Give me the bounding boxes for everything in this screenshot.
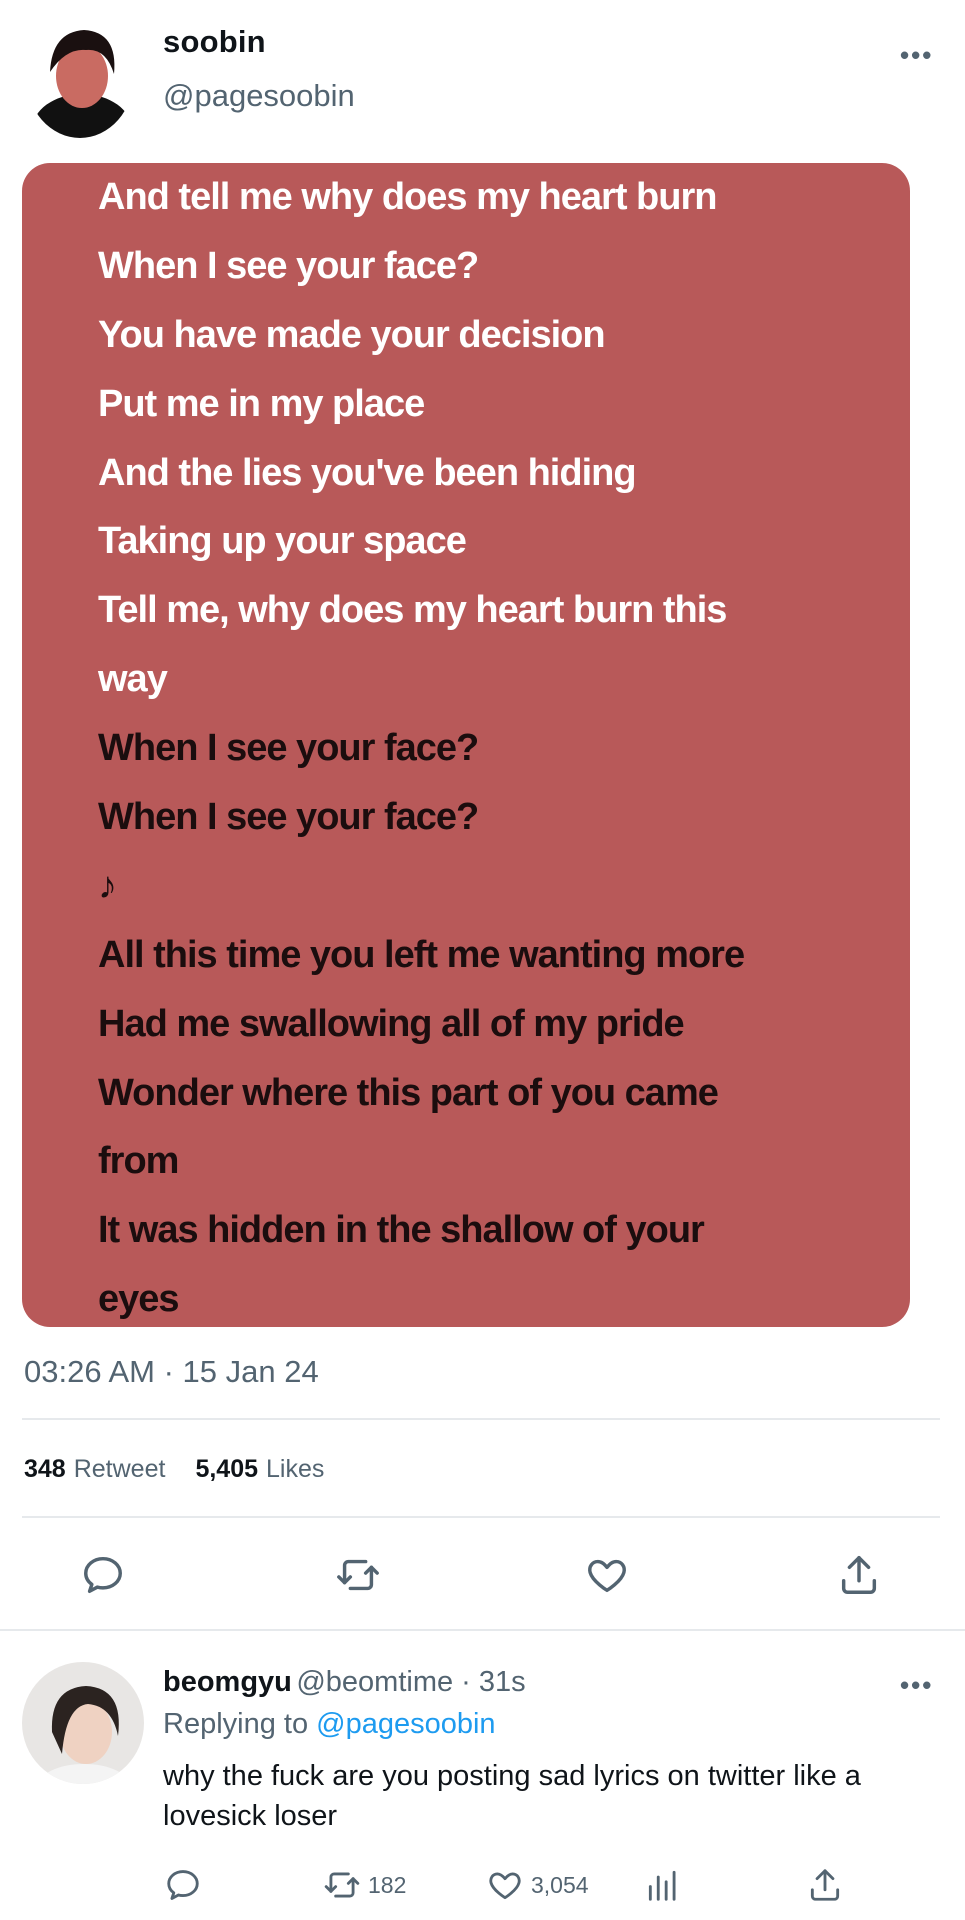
retweet-label: Retweet: [73, 1455, 166, 1483]
lyric-line: Tell me, why does my heart burn this: [98, 589, 727, 632]
like-count: 5,405: [195, 1455, 258, 1483]
reply-retweet-count: 182: [368, 1872, 407, 1898]
replying-to: Replying to @pagesoobin: [163, 1708, 496, 1741]
tweet-timestamp[interactable]: 03:26 AM · 15 Jan 24: [24, 1354, 319, 1390]
lyric-line: ♪: [98, 864, 117, 907]
lyric-line: from: [98, 1140, 179, 1183]
like-icon[interactable]: [584, 1552, 630, 1598]
lyric-line: You have made your decision: [98, 313, 606, 356]
reply-header: beomgyu @beomtime · 31s: [163, 1666, 526, 1699]
divider: [22, 1418, 940, 1420]
engagement-stats: 348 Retweet 5,405 Likes: [24, 1455, 324, 1484]
views-icon[interactable]: [644, 1866, 682, 1904]
lyric-line: When I see your face?: [98, 244, 479, 287]
lyric-line: And the lies you've been hiding: [98, 451, 637, 494]
author-avatar[interactable]: [26, 14, 134, 138]
like-label: Likes: [266, 1455, 325, 1483]
lyrics-list: And tell me why does my heart burn When I…: [98, 163, 898, 1327]
reply-like-count: 3,054: [531, 1872, 589, 1898]
reply-author-name[interactable]: beomgyu: [163, 1666, 292, 1698]
reply-like-icon[interactable]: [486, 1866, 524, 1904]
replying-to-prefix: Replying to: [163, 1708, 309, 1740]
reply-share-icon[interactable]: [806, 1866, 844, 1904]
reply-reply-icon[interactable]: [164, 1866, 202, 1904]
lyric-line: When I see your face?: [98, 727, 479, 770]
share-icon[interactable]: [836, 1552, 882, 1598]
more-options-icon[interactable]: •••: [900, 40, 933, 71]
lyric-line: And tell me why does my heart burn: [98, 176, 717, 218]
like-stat[interactable]: 5,405 Likes: [195, 1455, 324, 1483]
author-handle[interactable]: @pagesoobin: [163, 78, 355, 114]
reply-author-avatar[interactable]: [22, 1662, 144, 1784]
lyric-line: Wonder where this part of you came: [98, 1071, 719, 1114]
lyrics-card: And tell me why does my heart burn When I…: [22, 163, 910, 1327]
lyric-line: way: [98, 658, 168, 701]
divider: [22, 1516, 940, 1518]
lyric-line: eyes: [98, 1278, 180, 1321]
reply-more-options-icon[interactable]: •••: [900, 1670, 933, 1701]
lyric-line: Taking up your space: [98, 520, 467, 563]
lyric-line: Had me swallowing all of my pride: [98, 1002, 685, 1045]
retweet-count: 348: [24, 1455, 66, 1483]
reply-author-handle[interactable]: @beomtime · 31s: [296, 1666, 525, 1698]
author-name[interactable]: soobin: [163, 24, 266, 60]
reply-text: why the fuck are you posting sad lyrics …: [163, 1760, 861, 1832]
lyric-line: All this time you left me wanting more: [98, 933, 745, 976]
reply-retweet-icon[interactable]: [322, 1866, 362, 1904]
divider: [0, 1629, 965, 1631]
reply-icon[interactable]: [80, 1552, 126, 1598]
replying-to-mention[interactable]: @pagesoobin: [316, 1708, 495, 1740]
retweet-icon[interactable]: [334, 1552, 382, 1598]
retweet-stat[interactable]: 348 Retweet: [24, 1455, 165, 1483]
lyric-line: When I see your face?: [98, 796, 479, 839]
lyric-line: It was hidden in the shallow of your: [98, 1209, 705, 1252]
lyric-line: Put me in my place: [98, 382, 425, 425]
